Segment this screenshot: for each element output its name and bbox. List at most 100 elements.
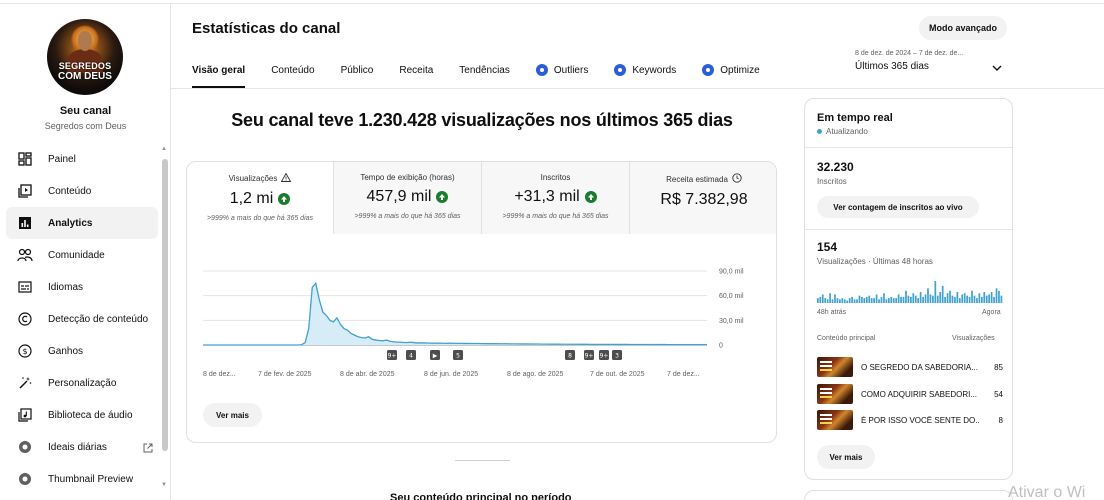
realtime-bar [919,292,922,303]
chart-event-marker[interactable]: ▶ [430,350,440,360]
realtime-bar [817,298,819,303]
tab-conteudo[interactable]: Conteúdo [271,58,314,88]
views-chart[interactable]: 90,0 mil 60,0 mil 30,0 mil 0 9+ 4 ▶ 5 8 9+ 9+ 3 [187,234,776,394]
realtime-title: Em tempo real [817,112,893,124]
realtime-more-button[interactable]: Ver mais [817,445,875,469]
tab-keywords[interactable]: Keywords [614,58,676,88]
realtime-bar [895,298,898,303]
channel-label: Seu canal [59,105,112,117]
chart-event-marker[interactable]: 5 [453,350,463,360]
chart-event-marker[interactable]: 9+ [599,350,609,360]
tab-label: Visão geral [192,65,246,76]
metric-value: 1,2 mi [229,190,274,207]
sidebar-item-ganhos[interactable]: $ Ganhos [0,335,163,367]
chart-event-marker[interactable]: 9+ [584,350,594,360]
sidebar-item-label: Biblioteca de áudio [48,409,133,421]
scroll-down-arrow[interactable]: ▼ [161,482,167,488]
overview-card: Visualizações 1,2 mi >999% a mais do que… [186,161,777,443]
video-title: É POR ISSO VOCÊ SENTE DO... [861,415,979,425]
realtime-bar [897,294,900,303]
sidebar-item-analytics[interactable]: Analytics [6,207,158,239]
tab-receita[interactable]: Receita [399,58,433,88]
avatar-text-line2: COM DEUS [58,71,112,82]
metric-value-row: 457,9 mil [334,188,481,206]
live-subscriber-count-button[interactable]: Ver contagem de inscritos ao vivo [817,196,979,218]
sidebar-item-biblioteca-audio[interactable]: Biblioteca de áudio [0,399,163,431]
realtime-bar [927,288,929,303]
realtime-bar [990,292,993,303]
sidebar-scrollbar[interactable] [162,154,168,454]
scroll-up-arrow[interactable]: ▲ [161,146,167,152]
realtime-bar [821,294,824,303]
realtime-bar [836,298,839,303]
top-content-section-title: Seu conteúdo principal no período [390,492,572,500]
metric-value-row: +31,3 mil [482,188,629,206]
chart-event-marker[interactable]: 8 [565,350,575,360]
sidebar-item-comunidade[interactable]: Comunidade [0,239,163,271]
sidebar-nav: Painel Conteúdo Analytics Comunidade Idi… [0,143,163,495]
metric-revenue[interactable]: Receita estimada R$ 7.382,98 [630,162,776,234]
metric-views[interactable]: Visualizações 1,2 mi >999% a mais do que… [187,162,334,234]
overview-more-button[interactable]: Ver mais [203,403,262,427]
realtime-bar [826,299,829,303]
sidebar-item-thumbnail-preview[interactable]: Thumbnail Preview [0,463,163,495]
sidebar-item-deteccao[interactable]: Detecção de conteúdo [0,303,163,335]
realtime-bar [841,298,844,303]
x-tick-label: 8 de jun. de 2025 [424,371,479,378]
scrollbar-thumb[interactable] [162,159,168,451]
realtime-bar [951,295,954,303]
channel-avatar[interactable]: SEGREDOS COM DEUS [47,19,123,95]
metric-label: Inscritos [540,173,571,182]
realtime-bar [870,298,873,303]
realtime-bar [939,292,942,303]
top-video-row[interactable]: COMO ADQUIRIR SABEDORI... 54 [817,384,1003,404]
tab-optimize[interactable]: Optimize [702,58,760,88]
views-column-header: Visualizações [952,335,995,342]
clock-icon [732,173,742,185]
chevron-down-icon [992,58,1002,76]
date-range-picker[interactable]: 8 de dez. de 2024 – 7 de dez. de... Últi… [855,50,1005,72]
metric-subscribers[interactable]: Inscritos +31,3 mil >999% a mais do que … [482,162,630,234]
realtime-bar [853,299,856,303]
chart-event-marker[interactable]: 9+ [387,350,397,360]
chart-event-marker[interactable]: 3 [612,350,622,360]
overview-headline: Seu canal teve 1.230.428 visualizações n… [231,110,733,130]
sidebar-item-painel[interactable]: Painel [0,143,163,175]
advanced-mode-button[interactable]: Modo avançado [919,16,1007,40]
sidebar-item-conteudo[interactable]: Conteúdo [0,175,163,207]
realtime-bar [983,292,986,303]
audio-library-icon [16,406,34,424]
video-thumbnail [817,384,853,404]
sidebar: SEGREDOS COM DEUS Seu canal Segredos com… [0,4,171,500]
sidebar-item-ideais-diarias[interactable]: Ideais diárias [0,431,163,463]
realtime-views-label: Visualizações · Últimas 48 horas [817,257,933,266]
realtime-bar-chart[interactable] [817,275,1003,303]
tab-tendencias[interactable]: Tendências [459,58,510,88]
sidebar-item-idiomas[interactable]: Idiomas [0,271,163,303]
realtime-x-end: Agora [982,309,1001,316]
top-video-row[interactable]: O SEGREDO DA SABEDORIA... 85 [817,357,1003,377]
sidebar-item-personalizacao[interactable]: Personalização [0,367,163,399]
metric-note: >999% a mais do que há 365 dias [502,213,609,220]
tab-publico[interactable]: Público [341,58,374,88]
realtime-bar [878,299,880,303]
views-chart-svg: 90,0 mil 60,0 mil 30,0 mil 0 9+ 4 ▶ 5 8 9+ 9+ 3 [203,269,744,360]
top-video-row[interactable]: É POR ISSO VOCÊ SENTE DO... 8 [817,410,1003,430]
metric-value: R$ 7.382,98 [660,191,748,208]
realtime-bar [995,288,998,303]
tab-outliers[interactable]: Outliers [535,58,588,88]
realtime-bar [865,296,868,303]
content-icon [16,182,34,200]
chart-event-marker[interactable]: 4 [406,350,416,360]
tab-visao-geral[interactable]: Visão geral [192,58,246,88]
realtime-bar [998,290,1000,303]
metric-label-row: Receita estimada [630,173,776,185]
realtime-bar [905,290,907,303]
realtime-bar [885,299,888,303]
x-tick-label: 8 de ago. de 2025 [507,371,564,378]
sidebar-item-label: Idiomas [48,281,84,293]
sidebar-item-label: Ideais diárias [48,441,107,453]
realtime-bar [887,298,890,303]
realtime-bar [980,296,983,303]
metric-watch-time[interactable]: Tempo de exibição (horas) 457,9 mil >999… [334,162,482,234]
